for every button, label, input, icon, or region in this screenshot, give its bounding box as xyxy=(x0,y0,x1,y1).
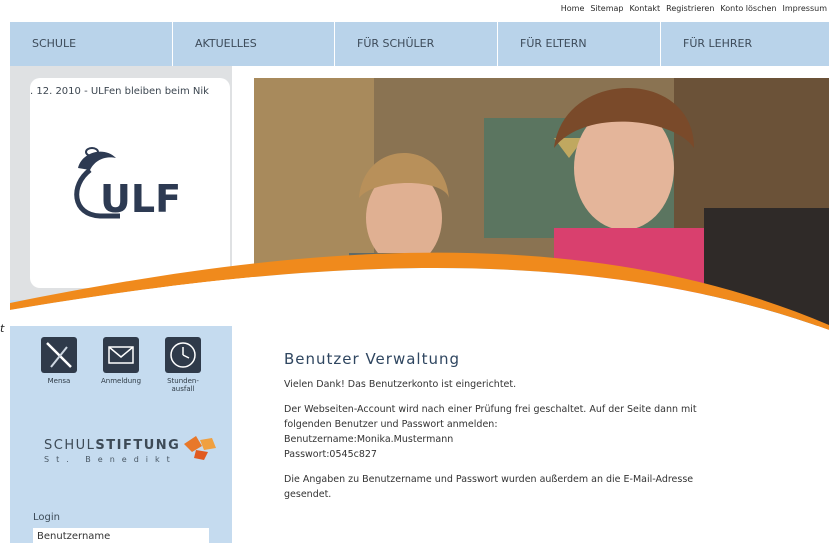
login-title: Login xyxy=(33,512,60,523)
main-navigation: SCHULE AKTUELLES FÜR SCHÜLER FÜR ELTERN … xyxy=(10,22,829,66)
quicklink-anmeldung[interactable]: Anmeldung xyxy=(96,337,146,393)
quicklink-mensa[interactable]: Mensa xyxy=(34,337,84,393)
account-info-line: Der Webseiten-Account wird nach einer Pr… xyxy=(284,404,697,415)
page-title: Benutzer Verwaltung xyxy=(284,350,460,368)
email-notice-line: Die Angaben zu Benutzername und Passwort… xyxy=(284,474,694,485)
account-info-line: folgenden Benutzer und Passwort anmelden… xyxy=(284,419,498,430)
stiftung-emblem-icon xyxy=(184,436,216,460)
nav-item-fuer-schueler[interactable]: FÜR SCHÜLER xyxy=(335,22,498,66)
envelope-icon xyxy=(103,337,139,373)
main-content: Benutzer Verwaltung Vielen Dank! Das Ben… xyxy=(284,352,804,512)
stiftung-name-bold: STIFTUNG xyxy=(95,438,181,453)
email-notice-line: gesendet. xyxy=(284,489,332,500)
toplink-kontakt[interactable]: Kontakt xyxy=(630,4,661,18)
ulf-logo[interactable]: ULF xyxy=(60,140,190,220)
username-input[interactable]: Benutzername xyxy=(33,528,209,543)
toplink-konto-loeschen[interactable]: Konto löschen xyxy=(720,4,776,18)
nav-item-aktuelles[interactable]: AKTUELLES xyxy=(173,22,335,66)
username-value: Benutzername:Monika.Mustermann xyxy=(284,434,454,445)
logo-text: ULF xyxy=(100,177,181,220)
toplink-sitemap[interactable]: Sitemap xyxy=(590,4,623,18)
edge-character: t xyxy=(0,322,5,335)
toplink-home[interactable]: Home xyxy=(561,4,585,18)
nav-item-fuer-lehrer[interactable]: FÜR LEHRER xyxy=(661,22,829,66)
quicklink-label: Mensa xyxy=(47,377,71,385)
utility-links: Home Sitemap Kontakt Registrieren Konto … xyxy=(561,4,827,18)
email-notice: Die Angaben zu Benutzername und Passwort… xyxy=(284,472,804,502)
schulstiftung-logo[interactable]: SCHULSTIFTUNG St. Benedikt xyxy=(44,436,224,488)
hero-photo xyxy=(254,78,829,326)
cutlery-icon xyxy=(41,337,77,373)
nav-item-schule[interactable]: SCHULE xyxy=(10,22,173,66)
nav-item-fuer-eltern[interactable]: FÜR ELTERN xyxy=(498,22,661,66)
toplink-registrieren[interactable]: Registrieren xyxy=(666,4,714,18)
quicklink-label: Stunden- ausfall xyxy=(167,377,199,393)
news-ticker[interactable]: . 12. 2010 - ULFen bleiben beim Nik xyxy=(30,86,230,97)
clock-icon xyxy=(165,337,201,373)
quicklink-label: Anmeldung xyxy=(100,377,142,385)
stiftung-name-light: SCHUL xyxy=(44,438,96,453)
confirmation-message: Vielen Dank! Das Benutzerkonto ist einge… xyxy=(284,379,517,390)
toplink-impressum[interactable]: Impressum xyxy=(783,4,827,18)
account-info: Der Webseiten-Account wird nach einer Pr… xyxy=(284,402,804,462)
quick-links: Mensa Anmeldung Stunden- ausfall xyxy=(34,337,208,393)
quicklink-stundenausfall[interactable]: Stunden- ausfall xyxy=(158,337,208,393)
password-value: Passwort:0545c827 xyxy=(284,449,377,460)
